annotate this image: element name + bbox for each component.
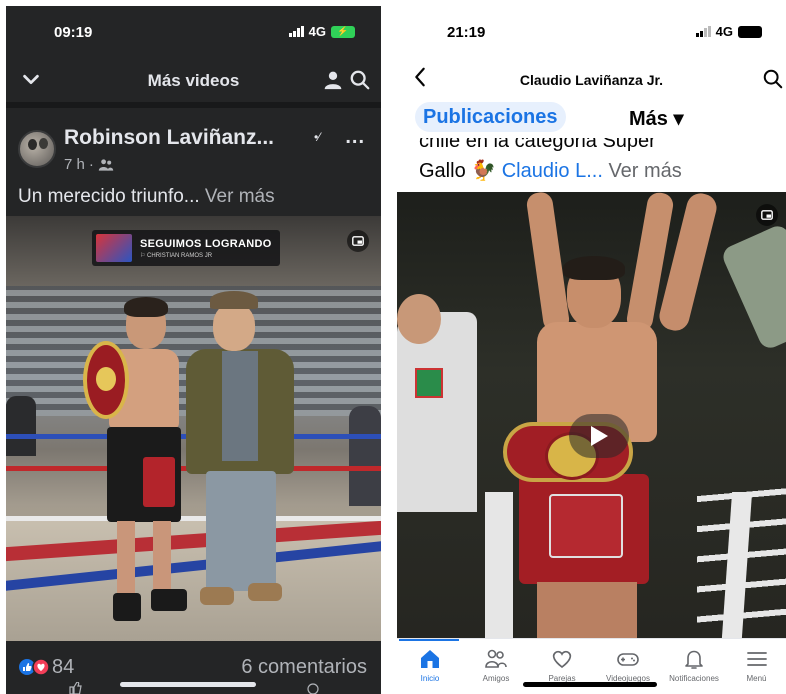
video-frame[interactable] [397, 192, 786, 638]
video-overlay-badge: SEGUIMOS LOGRANDO ⚐ CHRISTIAN RAMOS JR [92, 230, 280, 266]
battery-icon [738, 25, 762, 38]
friends-icon [485, 649, 507, 668]
left-phone-screen: 09:19 4G ⚡ Más videos Robinson Laviñanz.… [6, 6, 381, 694]
post-options-button[interactable]: ... [345, 126, 365, 149]
status-bar: 09:19 4G ⚡ [6, 6, 381, 56]
home-indicator [523, 682, 657, 687]
status-bar: 21:19 4G [397, 6, 786, 56]
top-nav: Más videos [6, 58, 381, 102]
search-icon[interactable] [762, 68, 784, 90]
status-indicators: 4G [695, 24, 762, 39]
badge-subtitle: ⚐ CHRISTIAN RAMOS JR [140, 252, 213, 259]
share-icon[interactable] [306, 682, 320, 694]
gamepad-icon [617, 653, 639, 666]
caption-text: Gallo 🐓 [419, 160, 502, 182]
post-caption: Un merecido triunfo... Ver más [18, 186, 275, 208]
avatar[interactable] [18, 130, 56, 168]
reaction-icons[interactable] [18, 658, 52, 676]
pip-icon[interactable] [347, 230, 369, 252]
badge-logo [96, 234, 132, 262]
like-icon[interactable] [68, 682, 82, 694]
right-phone-screen: 21:19 4G Claudio Laviñanza Jr. chile en … [397, 6, 786, 694]
signal-icon [695, 26, 711, 37]
meta-dot: · [88, 156, 94, 173]
tab-label: Notificaciones [669, 674, 719, 683]
comments-count[interactable]: 6 comentarios [241, 656, 367, 679]
post-author[interactable]: Robinson Laviñanz... [64, 126, 274, 150]
home-indicator [120, 682, 256, 687]
page-title: Claudio Laviñanza Jr. [519, 72, 664, 88]
bystander-right [349, 406, 381, 506]
tab-label: Inicio [420, 674, 440, 683]
network-type: 4G [308, 24, 326, 39]
status-time: 21:19 [447, 24, 486, 41]
championship-belt [83, 341, 129, 419]
post-time: 7 h [64, 156, 85, 173]
bell-icon [685, 650, 703, 669]
profile-tabs: Publicaciones Más ▾ [397, 102, 786, 134]
tab-more[interactable]: Más ▾ [629, 106, 684, 131]
badge-title: SEGUIMOS LOGRANDO [140, 237, 272, 250]
status-indicators: 4G ⚡ [288, 24, 355, 39]
profile-link[interactable]: Claudio L... [502, 160, 603, 182]
reaction-count[interactable]: 84 [52, 656, 74, 679]
heart-icon [552, 650, 572, 669]
tab-label: Menú [746, 674, 767, 683]
see-more-link[interactable]: Ver más [603, 160, 681, 182]
status-time: 09:19 [54, 24, 93, 41]
caption-line-2: Gallo 🐓 Claudio L... Ver más [419, 158, 682, 183]
tab-inicio[interactable]: Inicio [397, 639, 463, 689]
see-more-link[interactable]: Ver más [200, 186, 275, 207]
boxer-figure [83, 297, 187, 621]
post-meta: 7 h · [64, 156, 114, 173]
tab-notificaciones[interactable]: Notificaciones [661, 639, 727, 689]
home-icon [421, 650, 439, 668]
divider [6, 102, 381, 108]
referee-figure [397, 312, 477, 512]
verified-icon: •⁄ [314, 130, 321, 144]
video-frame[interactable]: SEGUIMOS LOGRANDO ⚐ CHRISTIAN RAMOS JR [6, 216, 381, 641]
post-header: Robinson Laviñanz... •⁄ ... 7 h · [6, 110, 381, 180]
referee-badge [415, 368, 443, 398]
person-icon[interactable] [323, 70, 343, 90]
network-type: 4G [715, 24, 733, 39]
companion-figure [186, 291, 296, 621]
tab-amigos[interactable]: Amigos [463, 639, 529, 689]
caption-text: Un merecido triunfo... [18, 186, 200, 207]
bystander-left [6, 396, 36, 456]
tab-publicaciones[interactable]: Publicaciones [415, 102, 566, 132]
referee-head [397, 294, 441, 344]
signal-icon [288, 26, 304, 37]
pip-icon[interactable] [756, 204, 778, 226]
screenshot-composite: 09:19 4G ⚡ Más videos Robinson Laviñanz.… [0, 0, 786, 694]
play-icon [591, 426, 608, 446]
menu-icon [746, 652, 767, 666]
play-button[interactable] [569, 414, 629, 458]
tab-label: Amigos [482, 674, 510, 683]
search-icon[interactable] [349, 69, 371, 91]
top-nav: Claudio Laviñanza Jr. [397, 58, 786, 98]
tab-menu[interactable]: Menú [727, 639, 786, 689]
battery-charging-icon: ⚡ [331, 25, 355, 38]
friends-icon [98, 158, 114, 171]
